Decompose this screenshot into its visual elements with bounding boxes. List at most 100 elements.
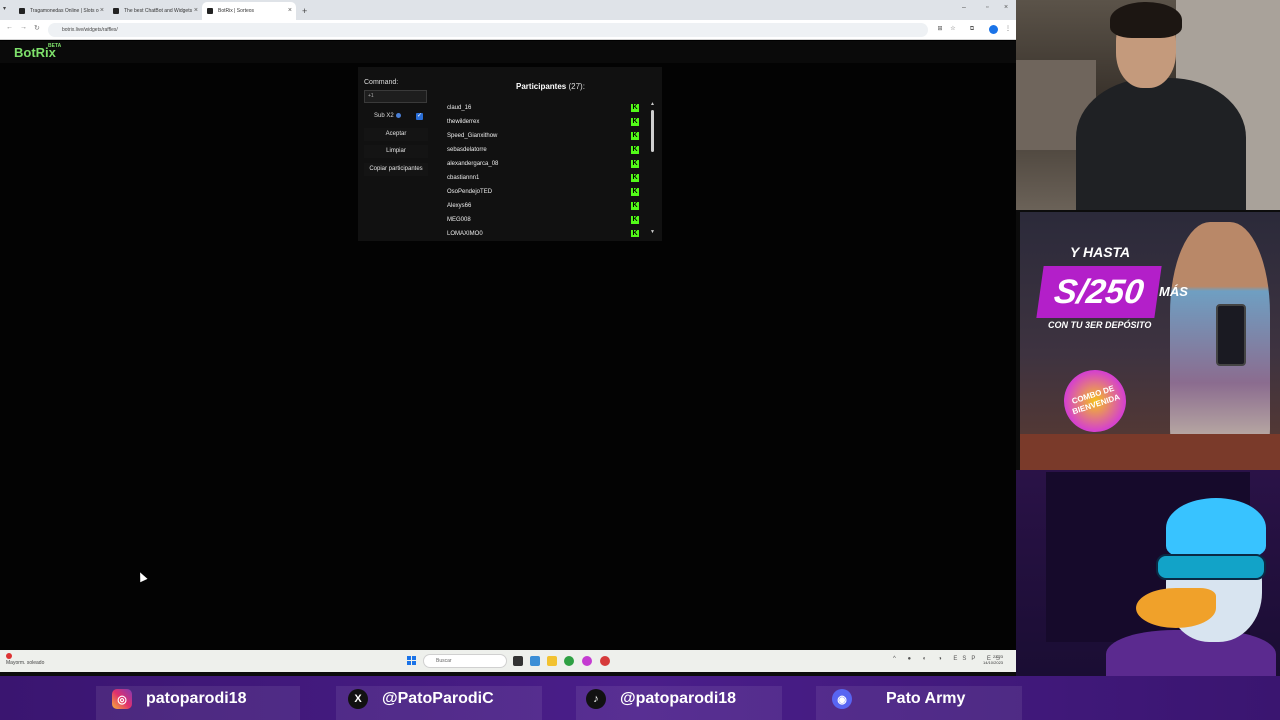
tiktok-handle: @patoparodi18 xyxy=(620,690,737,707)
participant-name: cbastiannn1 xyxy=(447,175,480,181)
mouse-cursor-icon xyxy=(136,570,148,583)
participant-name: sebasdelatorre xyxy=(447,147,487,153)
participants-heading: Participantes (27): xyxy=(516,82,585,91)
instagram-link[interactable]: ◎ patoparodi18 xyxy=(112,688,246,710)
list-item[interactable]: Speed_Gianxithow K xyxy=(444,129,654,143)
task-view-icon[interactable] xyxy=(513,656,523,666)
weather-text: Mayorm. soleado xyxy=(6,660,45,667)
promo-foosball-table xyxy=(1020,434,1280,470)
list-item[interactable]: cbastiannn1 K xyxy=(444,171,654,185)
reload-icon[interactable]: ↻ xyxy=(34,24,40,32)
kick-icon: K xyxy=(631,188,639,196)
new-tab-icon[interactable]: + xyxy=(296,2,307,20)
participants-title: Participantes xyxy=(516,82,567,91)
scrollbar-thumb[interactable] xyxy=(651,110,654,152)
menu-kebab-icon[interactable]: ⋮ xyxy=(1004,25,1012,33)
page-content: BotRix BETA Command: +1 Sub X2 ✓ Aceptar… xyxy=(0,41,1016,650)
scroll-down-icon[interactable]: ▼ xyxy=(650,229,655,235)
list-item[interactable]: claud_16 K xyxy=(444,101,654,115)
sub-x2-checkbox[interactable]: ✓ xyxy=(416,113,423,120)
social-bar: ◎ patoparodi18 X @PatoParodiC ♪ @patopar… xyxy=(0,676,1280,720)
profile-avatar-icon[interactable] xyxy=(989,25,998,34)
close-window-icon[interactable]: × xyxy=(1004,4,1008,11)
browser-window: ▾ Tragamonedas Online | Slots o × The be… xyxy=(0,0,1016,650)
scroll-up-icon[interactable]: ▲ xyxy=(650,101,655,107)
discord-link[interactable]: ◉ Pato Army xyxy=(832,688,965,710)
bookmark-star-icon[interactable]: ☆ xyxy=(949,25,957,33)
url-input[interactable]: botrix.live/widgets/raffles/ xyxy=(48,23,928,37)
participant-name: OsoPendejoTED xyxy=(447,189,493,195)
tab-slots[interactable]: Tragamonedas Online | Slots o × xyxy=(14,2,108,20)
tab-title: The best ChatBot and Widgets xyxy=(124,8,193,14)
list-item[interactable]: alexandergarca_08 K xyxy=(444,157,654,171)
close-tab-icon[interactable]: × xyxy=(100,2,104,20)
edge-icon[interactable] xyxy=(530,656,540,666)
tiktok-link[interactable]: ♪ @patoparodi18 xyxy=(586,688,736,710)
tab-favicon-icon xyxy=(19,8,25,14)
maximize-icon[interactable]: ▫ xyxy=(986,4,988,11)
participants-list[interactable]: claud_16 K thewilderrex K Speed_Gianxithow… xyxy=(444,101,654,237)
kick-icon: K xyxy=(631,202,639,210)
participant-name: alexandergarca_08 xyxy=(447,161,499,167)
weather-widget[interactable]: Mayorm. soleado xyxy=(6,653,44,667)
promo-subline: CON TU 3ER DEPÓSITO xyxy=(1048,320,1152,330)
discord-icon: ◉ xyxy=(832,689,852,709)
duck-mascot-cap xyxy=(1166,498,1266,558)
minimize-icon[interactable]: – xyxy=(962,4,966,11)
app-icon[interactable] xyxy=(600,656,610,666)
kick-icon: K xyxy=(631,104,639,112)
list-item[interactable]: sebasdelatorre K xyxy=(444,143,654,157)
clock-time: 22:23 xyxy=(993,654,1004,659)
participant-name: claud_16 xyxy=(447,105,472,111)
x-icon: X xyxy=(348,689,368,709)
x-link[interactable]: X @PatoParodiC xyxy=(348,688,494,710)
close-tab-icon[interactable]: × xyxy=(194,2,198,20)
beta-badge: BETA xyxy=(48,43,62,49)
tab-favicon-icon xyxy=(207,8,213,14)
command-input[interactable]: +1 xyxy=(364,90,427,103)
copy-participants-button[interactable]: Copiar participantes xyxy=(364,163,428,176)
participant-name: thewilderrex xyxy=(447,119,480,125)
extensions-icon[interactable]: ⧉ xyxy=(968,25,976,33)
participants-scrollbar[interactable]: ▲ ▼ xyxy=(650,101,655,237)
back-icon[interactable]: ← xyxy=(6,24,13,31)
taskbar-search-input[interactable]: Buscar xyxy=(423,654,507,668)
list-item[interactable]: OsoPendejoTED K xyxy=(444,185,654,199)
chrome-icon[interactable] xyxy=(564,656,574,666)
mascot-panel xyxy=(1016,470,1280,676)
obs-icon[interactable] xyxy=(582,656,592,666)
streamer-body xyxy=(1076,78,1246,210)
tab-title: Tragamonedas Online | Slots o xyxy=(30,8,99,14)
raffle-panel: Command: +1 Sub X2 ✓ Aceptar Limpiar Cop… xyxy=(358,67,662,241)
file-explorer-icon[interactable] xyxy=(547,656,557,666)
info-icon[interactable] xyxy=(395,113,401,118)
tab-botrix-home[interactable]: The best ChatBot and Widgets × xyxy=(108,2,202,20)
forward-icon[interactable]: → xyxy=(20,24,27,31)
instagram-handle: patoparodi18 xyxy=(146,690,247,707)
windows-start-icon[interactable] xyxy=(407,656,416,665)
participant-name: MEG008 xyxy=(447,217,471,223)
tab-title: BotRix | Sorteos xyxy=(218,8,255,14)
weather-icon xyxy=(6,653,12,659)
duck-mascot-sunglasses xyxy=(1156,554,1266,580)
translate-icon[interactable]: ⊞ xyxy=(936,25,944,33)
participant-name: Speed_Gianxithow xyxy=(447,133,498,139)
promo-headline: Y HASTA xyxy=(1070,244,1131,260)
kick-icon: K xyxy=(631,132,639,140)
clear-button[interactable]: Limpiar xyxy=(364,145,428,158)
command-label: Command: xyxy=(364,79,399,86)
duck-mascot-beak xyxy=(1136,588,1216,628)
list-item[interactable]: thewilderrex K xyxy=(444,115,654,129)
taskbar-clock[interactable]: 22:23 14/10/2023 xyxy=(983,654,1003,666)
kick-icon: K xyxy=(631,230,639,237)
participants-count: (27): xyxy=(568,82,585,91)
tab-search-icon[interactable]: ▾ xyxy=(3,5,6,12)
sub-x2-label: Sub X2 xyxy=(374,113,394,120)
accept-button[interactable]: Aceptar xyxy=(364,128,428,141)
list-item[interactable]: Alexys66 K xyxy=(444,199,654,213)
list-item[interactable]: LOMAXIMO0 K xyxy=(444,227,654,237)
participant-name: LOMAXIMO0 xyxy=(447,231,483,237)
list-item[interactable]: MEG008 K xyxy=(444,213,654,227)
close-tab-icon[interactable]: × xyxy=(288,2,292,20)
tab-botrix-raffles[interactable]: BotRix | Sorteos × xyxy=(202,2,296,20)
